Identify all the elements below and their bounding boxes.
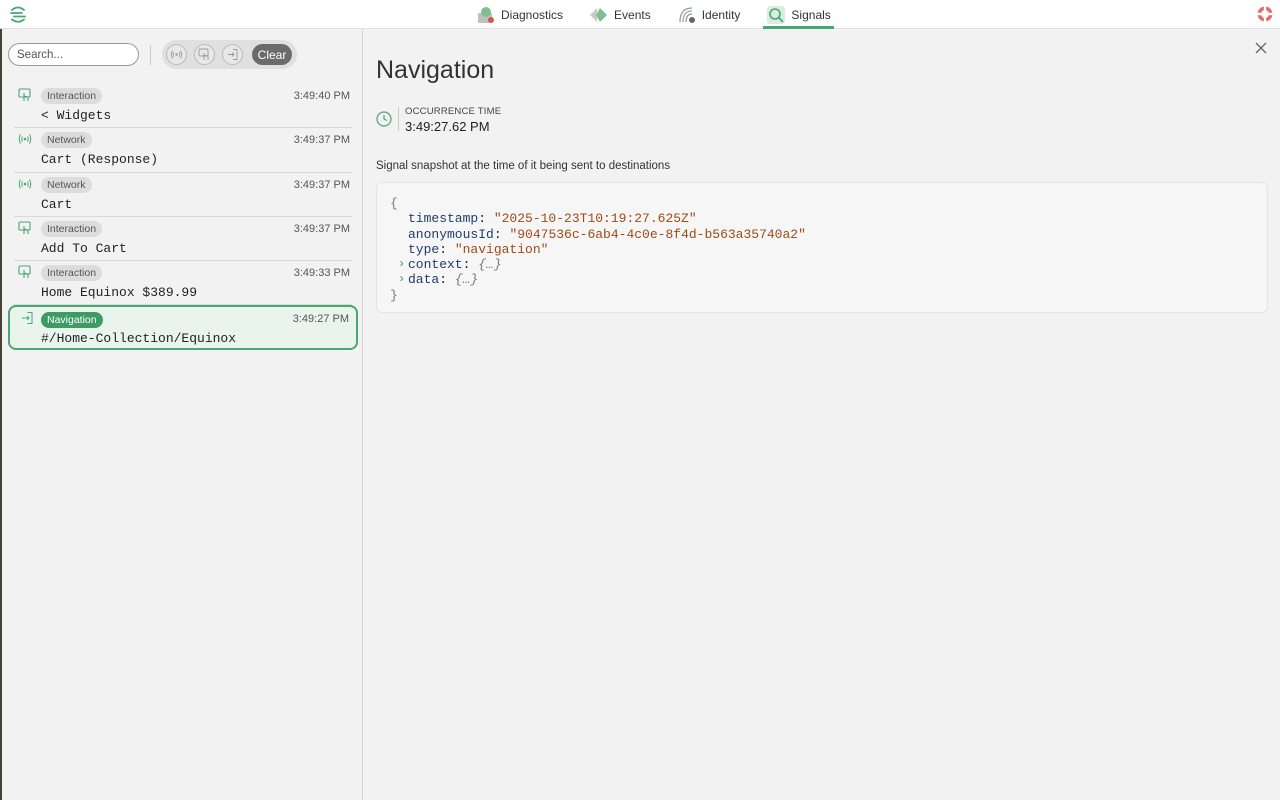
tab-label: Signals [791, 7, 831, 22]
signal-filter-group: Clear [162, 40, 297, 69]
signal-row-selected[interactable]: Navigation 3:49:27 PM #/Home-Collection/… [8, 305, 358, 350]
signal-type-badge: Interaction [41, 265, 103, 282]
signal-row[interactable]: Interaction 3:49:40 PM < Widgets [14, 84, 352, 129]
chevron-right-icon[interactable]: › [398, 257, 405, 272]
identity-icon [679, 6, 695, 23]
top-nav-bar: Diagnostics Events Identity Signals [0, 0, 1280, 29]
signal-time: 3:49:27 PM [292, 313, 349, 326]
signal-type-badge: Navigation [41, 312, 103, 329]
signal-time: 3:49:40 PM [293, 90, 350, 102]
signals-list-panel: Clear Interaction 3:49:40 PM < Widgets N… [0, 29, 363, 800]
occurrence-time-label: OCCURRENCE TIME [405, 106, 502, 117]
tab-identity[interactable]: Identity [674, 0, 744, 29]
help-lifebuoy-icon[interactable] [1256, 5, 1274, 23]
navigation-icon [228, 49, 238, 60]
tab-signals[interactable]: Signals [763, 0, 835, 29]
tab-events[interactable]: Events [586, 0, 654, 29]
toolbar-divider [150, 45, 151, 65]
signal-title: < Widgets [41, 108, 112, 123]
signals-icon [767, 5, 786, 24]
json-line-context[interactable]: › context: {…} [390, 257, 1267, 272]
signal-title: Add To Cart [41, 240, 127, 256]
clock-icon [376, 111, 392, 127]
interaction-icon [198, 48, 209, 60]
occurrence-divider [398, 107, 399, 131]
json-open-brace: { [390, 196, 398, 211]
signal-title: Cart [41, 196, 73, 212]
network-icon [170, 50, 183, 59]
segment-logo-icon[interactable] [8, 4, 28, 24]
signal-type-badge: Network [41, 176, 92, 193]
signal-time: 3:49:37 PM [293, 178, 350, 191]
signal-row[interactable]: Network 3:49:37 PM Cart (Response) [14, 128, 352, 173]
page-title: Navigation [376, 56, 495, 84]
signal-title: Cart (Response) [41, 152, 159, 168]
interaction-icon [18, 88, 31, 101]
json-line-type: type: "navigation" [408, 241, 549, 257]
json-key: timestamp [408, 211, 479, 227]
json-line-anonymousid: anonymousId: "9047536c-6ab4-4c0e-8f4d-b5… [408, 226, 806, 242]
signal-row[interactable]: Interaction 3:49:37 PM Add To Cart [14, 217, 352, 262]
search-input[interactable] [8, 43, 139, 66]
network-icon [18, 134, 32, 145]
occurrence-time-value: 3:49:27.62 PM [405, 119, 490, 134]
signal-title: #/Home-Collection/Equinox [41, 331, 237, 347]
signal-detail-panel: Navigation OCCURRENCE TIME 3:49:27.62 PM… [364, 29, 1280, 800]
filter-interaction-button[interactable] [194, 44, 215, 65]
json-collapsed-value[interactable]: {…} [478, 257, 501, 272]
chevron-right-icon[interactable]: › [398, 272, 405, 287]
signal-time: 3:49:37 PM [293, 134, 350, 147]
tab-label: Events [614, 7, 651, 22]
network-icon [18, 178, 32, 189]
json-key: anonymousId [408, 226, 494, 242]
signal-row[interactable]: Network 3:49:37 PM Cart [14, 173, 352, 217]
diagnostics-icon [478, 6, 494, 23]
json-key: data [408, 272, 440, 288]
close-icon[interactable] [1254, 41, 1268, 55]
signal-title: Home Equinox $389.99 [41, 285, 198, 301]
json-value: "2025-10-23T10:19:27.625Z" [493, 211, 697, 227]
interaction-icon [18, 221, 31, 234]
signal-type-badge: Interaction [41, 220, 103, 237]
clear-button[interactable]: Clear [252, 44, 292, 65]
signal-type-badge: Network [41, 132, 92, 149]
signal-time: 3:49:33 PM [293, 267, 350, 280]
tab-label: Diagnostics [501, 7, 564, 22]
navigation-icon [22, 312, 33, 325]
tab-diagnostics[interactable]: Diagnostics [473, 0, 566, 29]
json-line-timestamp: timestamp: "2025-10-23T10:19:27.625Z" [408, 211, 697, 227]
json-key: context [408, 257, 463, 273]
filter-network-button[interactable] [166, 44, 187, 65]
json-collapsed-value[interactable]: {…} [455, 272, 478, 287]
events-icon [590, 7, 608, 22]
main-tabs: Diagnostics Events Identity Signals [473, 0, 854, 29]
snapshot-caption: Signal snapshot at the time of it being … [376, 160, 671, 172]
json-key: type [408, 241, 440, 257]
signal-time: 3:49:37 PM [293, 222, 350, 235]
json-value: "9047536c-6ab4-4c0e-8f4d-b563a35740a2" [509, 226, 806, 242]
signal-type-badge: Interaction [41, 88, 103, 104]
signals-list: Interaction 3:49:40 PM < Widgets Network… [8, 84, 358, 350]
json-line-data[interactable]: › data: {…} [390, 272, 1267, 287]
json-value: "navigation" [454, 241, 549, 257]
filter-navigation-button[interactable] [222, 44, 243, 65]
interaction-icon [18, 265, 31, 279]
json-viewer: { timestamp: "2025-10-23T10:19:27.625Z" … [376, 182, 1268, 313]
signal-row[interactable]: Interaction 3:49:33 PM Home Equinox $389… [14, 261, 352, 306]
tab-label: Identity [701, 7, 741, 22]
json-close-brace: } [390, 287, 398, 303]
